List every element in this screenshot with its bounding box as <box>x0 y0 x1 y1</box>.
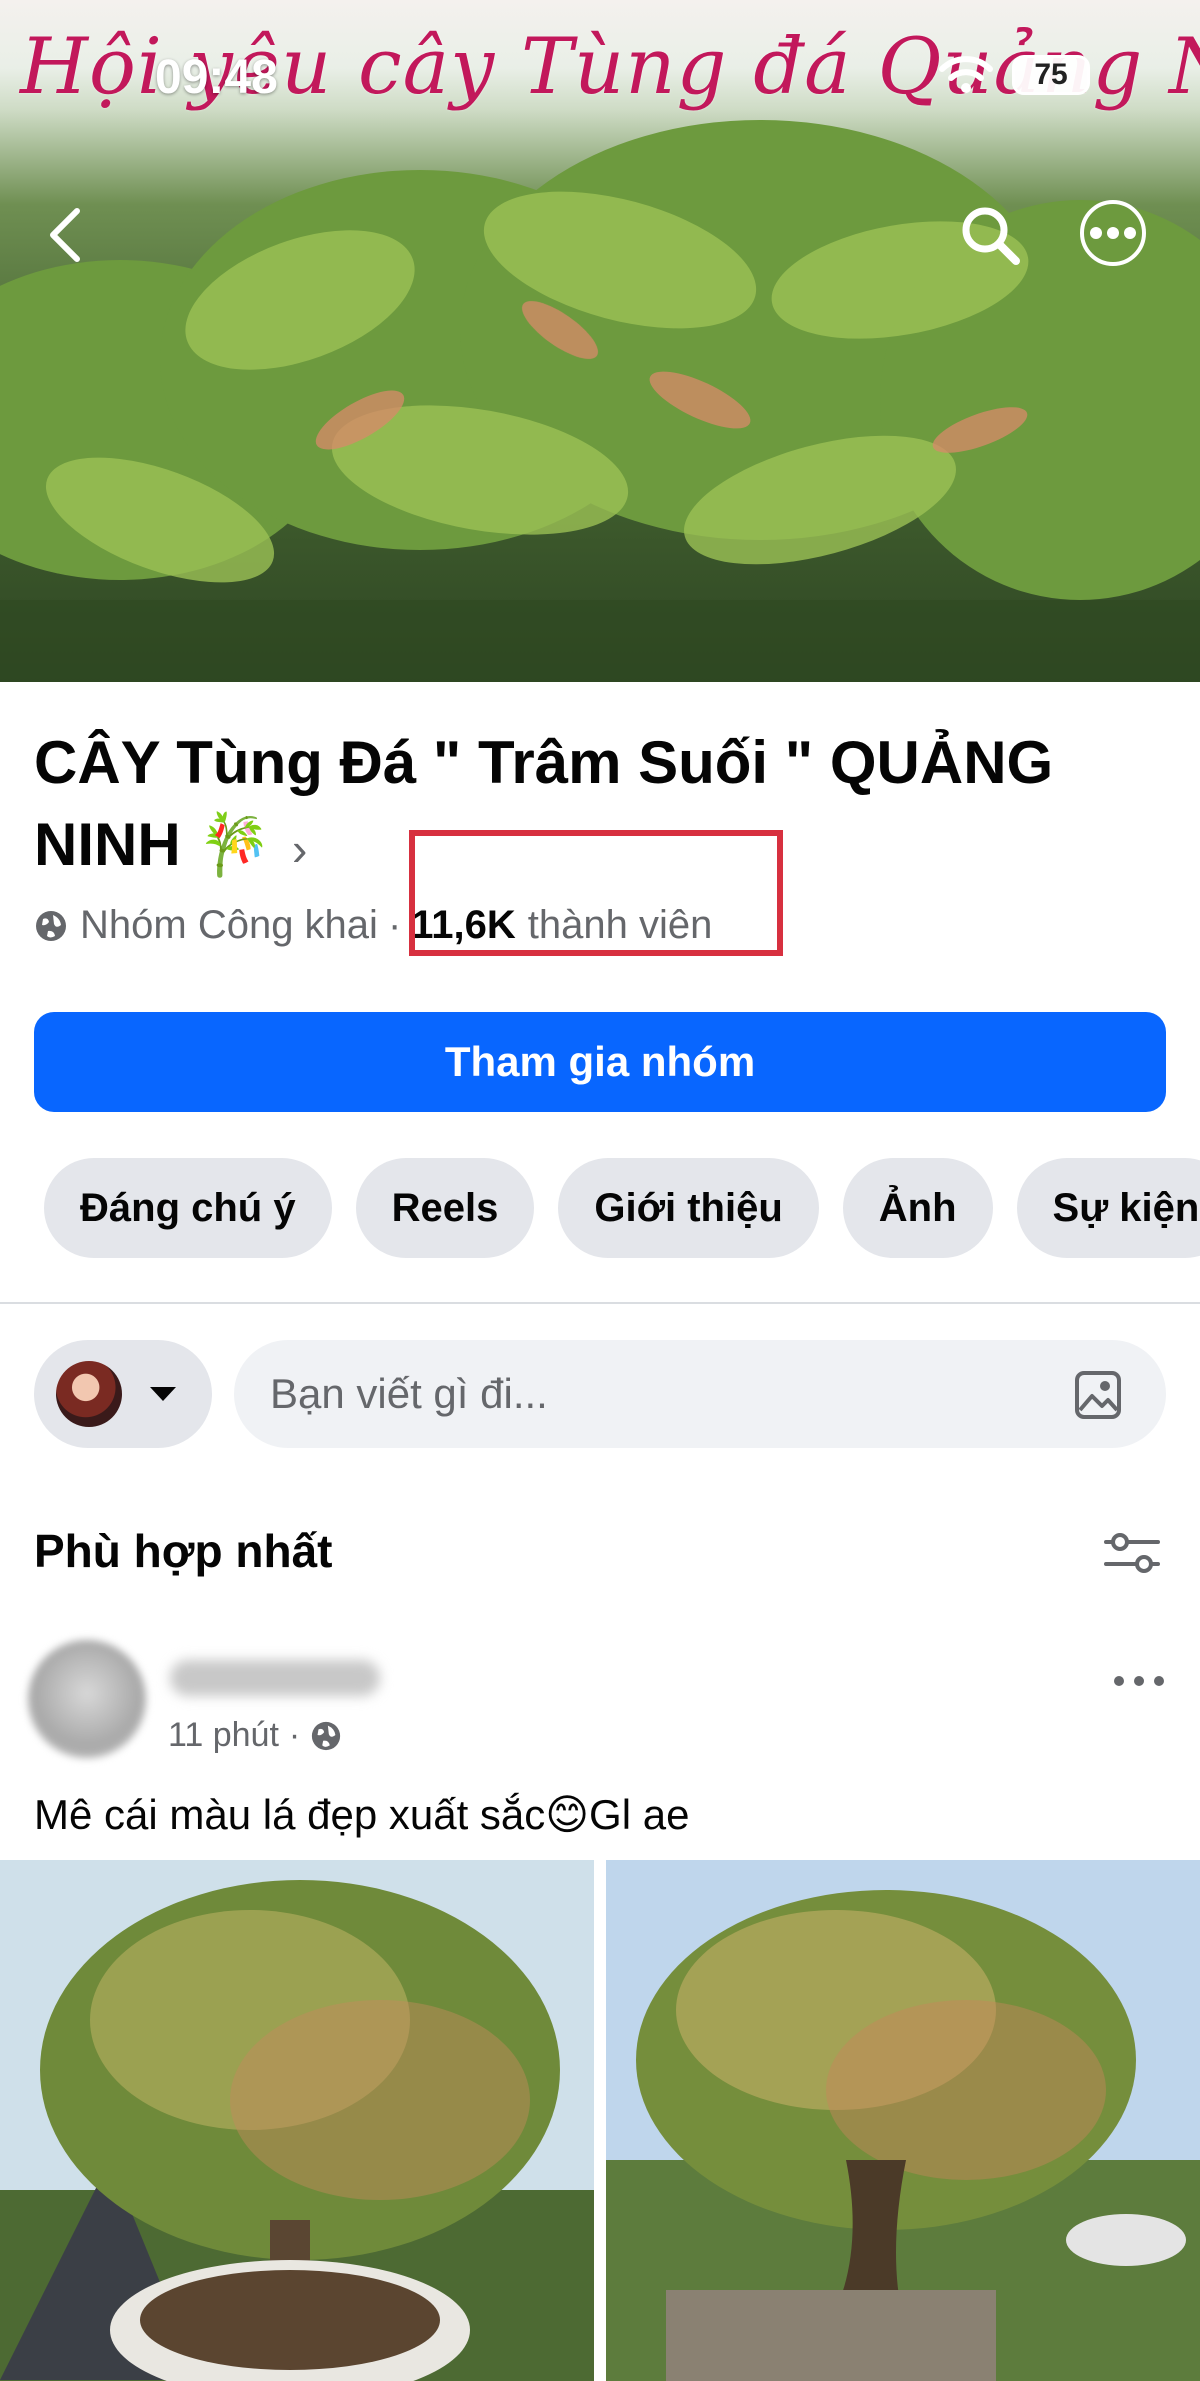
composer-placeholder: Bạn viết gì đi... <box>270 1370 548 1417</box>
post-time: 11 phút <box>168 1716 279 1754</box>
post-author-name-blurred[interactable] <box>170 1660 380 1696</box>
divider <box>0 1302 1200 1304</box>
profile-switcher[interactable] <box>34 1340 212 1448</box>
photo-icon[interactable] <box>1074 1370 1122 1420</box>
avatar <box>56 1361 122 1427</box>
tab-reels[interactable]: Reels <box>355 1158 535 1258</box>
search-icon <box>962 207 1020 265</box>
meta-separator: · <box>387 903 402 947</box>
more-icon <box>1090 227 1136 239</box>
status-indicators: 75 <box>938 55 1090 95</box>
globe-icon <box>312 1721 341 1750</box>
group-privacy: Nhóm Công khai <box>80 903 378 947</box>
tab-events[interactable]: Sự kiện <box>1016 1158 1200 1258</box>
battery-icon: 75 <box>1012 55 1090 95</box>
back-button[interactable] <box>30 200 100 270</box>
post-photo-1-image <box>0 1860 594 2381</box>
join-group-button[interactable]: Tham gia nhóm <box>34 1012 1166 1112</box>
globe-icon <box>36 910 66 941</box>
post-photo-2[interactable] <box>606 1860 1200 2381</box>
filter-icon[interactable] <box>1102 1528 1162 1578</box>
caret-down-icon <box>150 1387 176 1401</box>
wifi-icon <box>939 56 993 93</box>
more-button[interactable] <box>1080 200 1146 266</box>
cover-photo[interactable]: Hội yêu cây Tùng đá Quảng Ninh 09:48 75 <box>0 0 1200 682</box>
post-text: Mê cái màu lá đẹp xuất sắc😊Gl ae <box>34 1791 690 1838</box>
post-meta-separator: · <box>288 1716 301 1754</box>
chevron-right-icon: › <box>292 823 308 875</box>
highlight-box <box>409 830 783 956</box>
group-tabs: Đáng chú ý Reels Giới thiệu Ảnh Sự kiện <box>44 1158 1200 1258</box>
search-button[interactable] <box>955 200 1025 270</box>
composer-input[interactable]: Bạn viết gì đi... <box>234 1340 1166 1448</box>
back-icon <box>50 208 80 262</box>
tab-featured[interactable]: Đáng chú ý <box>44 1158 332 1258</box>
post-photo-1[interactable] <box>0 1860 594 2381</box>
status-time: 09:48 <box>155 51 278 104</box>
post-photo-2-image <box>606 1860 1200 2381</box>
post-meta: 11 phút · <box>168 1716 342 1755</box>
sort-label[interactable]: Phù hợp nhất <box>34 1524 332 1578</box>
post-author-avatar[interactable] <box>28 1640 146 1758</box>
tab-photos[interactable]: Ảnh <box>842 1158 993 1258</box>
more-horizontal-icon[interactable] <box>1114 1666 1164 1696</box>
tab-about[interactable]: Giới thiệu <box>558 1158 819 1258</box>
